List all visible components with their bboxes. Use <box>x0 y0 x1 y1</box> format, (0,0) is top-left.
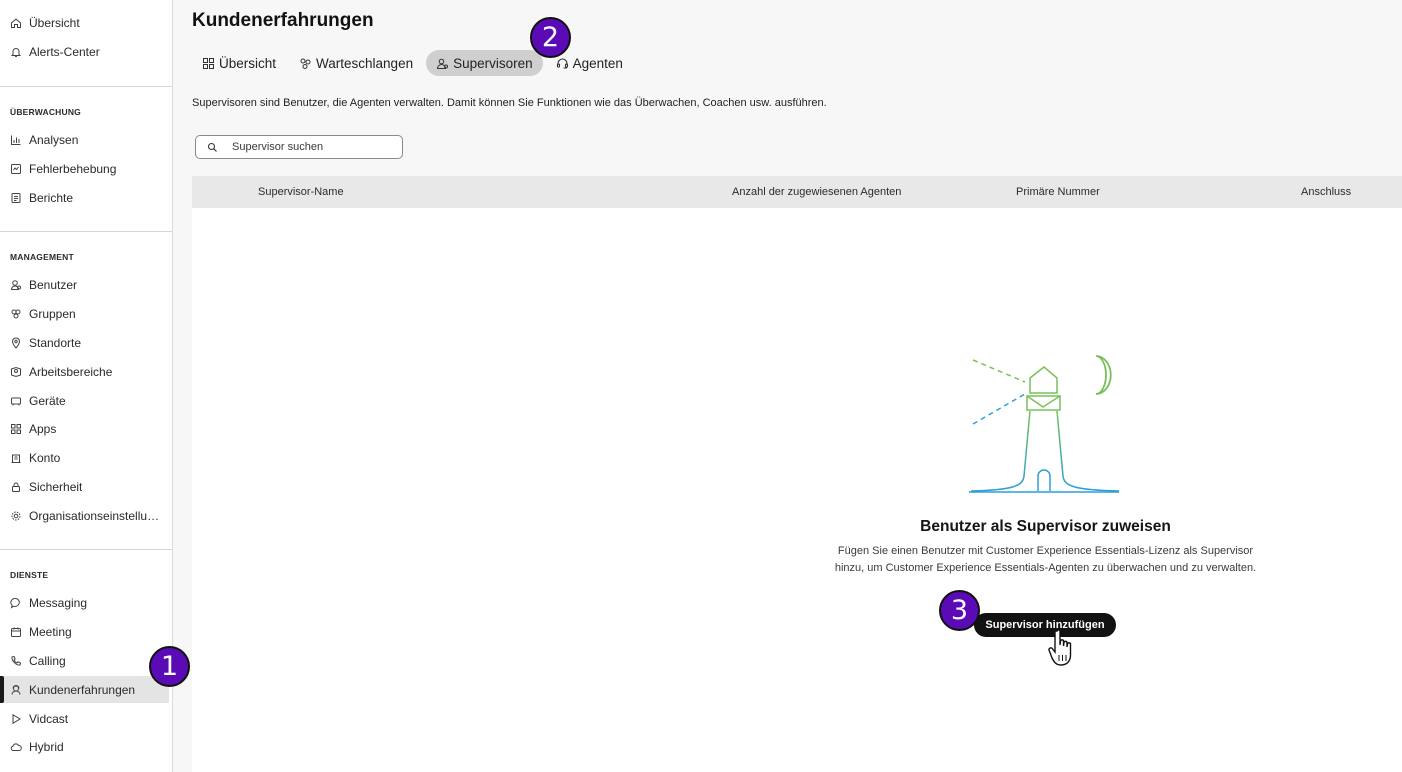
search-icon <box>207 142 218 153</box>
sidebar-item-label: Übersicht <box>29 15 80 30</box>
hand-cursor-icon <box>1048 629 1072 666</box>
chart-icon <box>10 134 22 146</box>
column-header-extension[interactable]: Anschluss <box>1301 186 1351 198</box>
column-header-assigned-agents[interactable]: Anzahl der zugewiesenen Agenten <box>732 186 901 198</box>
cloud-icon <box>10 741 22 753</box>
troubleshoot-icon <box>10 163 22 175</box>
sidebar-item-label: Alerts-Center <box>29 44 100 59</box>
sidebar-divider <box>0 549 172 550</box>
sidebar-item-customer-experience[interactable]: Kundenerfahrungen <box>0 676 169 703</box>
step-badge-2: 2 <box>530 17 571 58</box>
section-heading-management: MANAGEMENT <box>10 252 74 262</box>
tab-label: Agenten <box>572 55 623 71</box>
user-icon <box>10 279 22 291</box>
sidebar-item-users[interactable]: Benutzer <box>0 271 169 298</box>
tab-label: Supervisoren <box>453 55 533 71</box>
play-icon <box>10 713 22 725</box>
lock-icon <box>10 481 22 493</box>
sidebar-divider <box>0 86 172 87</box>
tab-overview[interactable]: Übersicht <box>192 50 286 76</box>
section-heading-monitoring: ÜBERWACHUNG <box>10 107 81 117</box>
sidebar-item-vidcast[interactable]: Vidcast <box>0 705 169 732</box>
calendar-icon <box>10 626 22 638</box>
supervisor-icon <box>436 57 449 70</box>
sidebar-item-label: Arbeitsbereiche <box>29 364 113 379</box>
device-icon <box>10 395 22 407</box>
supervisor-search[interactable] <box>195 135 403 159</box>
sidebar-item-label: Apps <box>29 421 57 436</box>
step-badge-3: 3 <box>939 590 980 631</box>
sidebar-item-label: Gruppen <box>29 306 76 321</box>
account-icon <box>10 452 22 464</box>
sidebar-item-apps[interactable]: Apps <box>0 415 169 442</box>
sidebar-item-label: Calling <box>29 653 66 668</box>
sidebar-item-label: Geräte <box>29 393 66 408</box>
sidebar-item-overview[interactable]: Übersicht <box>0 9 169 36</box>
tab-bar: Übersicht Warteschlangen Supervisoren Ag… <box>192 50 636 77</box>
sidebar-item-label: Hybrid <box>29 739 64 754</box>
column-header-supervisor-name[interactable]: Supervisor-Name <box>258 186 344 198</box>
sidebar-item-hybrid[interactable]: Hybrid <box>0 733 169 760</box>
sidebar-item-meeting[interactable]: Meeting <box>0 618 169 645</box>
sidebar-item-calling[interactable]: Calling <box>0 647 169 674</box>
empty-state-text: Fügen Sie einen Benutzer mit Customer Ex… <box>834 545 1257 574</box>
workspace-icon <box>10 366 22 378</box>
sidebar-item-analytics[interactable]: Analysen <box>0 126 169 153</box>
sidebar-item-label: Analysen <box>29 132 79 147</box>
sidebar-item-label: Berichte <box>29 190 74 205</box>
apps-icon <box>10 423 22 435</box>
main-content: Kundenerfahrungen Übersicht Warteschlang… <box>173 0 1402 772</box>
sidebar-item-troubleshooting[interactable]: Fehlerbehebung <box>0 155 169 182</box>
sidebar: Übersicht Alerts-Center ÜBERWACHUNG Anal… <box>0 0 173 772</box>
search-input[interactable] <box>232 141 392 153</box>
sidebar-item-groups[interactable]: Gruppen <box>0 300 169 327</box>
headset-icon <box>556 57 569 70</box>
sidebar-item-reports[interactable]: Berichte <box>0 184 169 211</box>
tab-label: Warteschlangen <box>316 55 414 71</box>
tab-queues[interactable]: Warteschlangen <box>289 50 423 76</box>
chat-icon <box>10 597 22 609</box>
sidebar-item-label: Benutzer <box>29 277 78 292</box>
table-body-empty <box>192 208 1402 772</box>
group-icon <box>10 308 22 320</box>
sidebar-item-workspaces[interactable]: Arbeitsbereiche <box>0 358 169 385</box>
sidebar-item-label: Sicherheit <box>29 479 83 494</box>
gear-icon <box>10 510 22 522</box>
tab-supervisors[interactable]: Supervisoren <box>426 50 543 76</box>
sidebar-item-label: Vidcast <box>29 711 69 726</box>
tab-label: Übersicht <box>219 55 277 71</box>
empty-state-title: Benutzer als Supervisor zuweisen <box>920 518 1171 535</box>
column-header-primary-number[interactable]: Primäre Nummer <box>1016 186 1100 198</box>
customer-experience-icon <box>10 684 22 696</box>
table-header: Supervisor-Name Anzahl der zugewiesenen … <box>192 176 1402 208</box>
step-badge-1: 1 <box>149 646 190 687</box>
sidebar-item-label: Konto <box>29 450 61 465</box>
sidebar-item-label: Standorte <box>29 335 82 350</box>
home-icon <box>10 17 22 29</box>
sidebar-item-alerts-center[interactable]: Alerts-Center <box>0 38 169 65</box>
bell-icon <box>10 46 22 58</box>
queue-icon <box>299 57 312 70</box>
sidebar-item-org-settings[interactable]: Organisationseinstellungen <box>0 502 169 529</box>
sidebar-item-devices[interactable]: Geräte <box>0 387 169 414</box>
sidebar-item-locations[interactable]: Standorte <box>0 329 169 356</box>
sidebar-item-label: Kundenerfahrungen <box>29 682 136 697</box>
phone-icon <box>10 655 22 667</box>
section-heading-services: DIENSTE <box>10 570 49 580</box>
sidebar-item-label: Messaging <box>29 595 88 610</box>
sidebar-item-label: Meeting <box>29 624 72 639</box>
sidebar-item-messaging[interactable]: Messaging <box>0 589 169 616</box>
sidebar-item-label: Fehlerbehebung <box>29 161 117 176</box>
grid-icon <box>202 57 215 70</box>
sidebar-item-security[interactable]: Sicherheit <box>0 473 169 500</box>
page-description: Supervisoren sind Benutzer, die Agenten … <box>192 97 827 109</box>
report-icon <box>10 192 22 204</box>
page-title: Kundenerfahrungen <box>192 10 374 31</box>
location-icon <box>10 337 22 349</box>
sidebar-item-label: Organisationseinstellungen <box>29 508 164 523</box>
sidebar-divider <box>0 231 172 232</box>
sidebar-item-account[interactable]: Konto <box>0 444 169 471</box>
lighthouse-illustration <box>969 355 1120 493</box>
